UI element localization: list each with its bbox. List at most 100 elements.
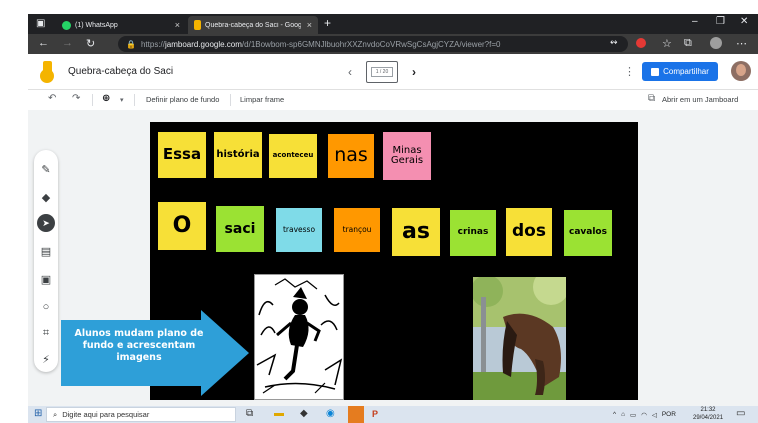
- reload-icon[interactable]: ↻: [86, 37, 95, 50]
- tab-whatsapp[interactable]: (1) WhatsApp ×: [56, 16, 186, 34]
- clock-date: 29/04/2021: [693, 415, 724, 421]
- add-image-tool-icon[interactable]: ▣: [34, 270, 58, 288]
- browser-nav-bar: ← → ↻ 🔒 https://jamboard.google.com/d/1B…: [28, 34, 758, 54]
- open-jamboard-icon: ⧉: [648, 93, 656, 104]
- next-frame-icon[interactable]: ›: [412, 65, 416, 79]
- collections-icon[interactable]: ⧉: [684, 37, 692, 50]
- windows-start-icon[interactable]: ⊞: [34, 408, 42, 419]
- sticky-note[interactable]: Essa: [158, 132, 206, 178]
- select-tool-icon[interactable]: ➤: [34, 214, 58, 232]
- sticky-note[interactable]: crinas: [450, 210, 496, 256]
- sticky-note[interactable]: as: [392, 208, 440, 256]
- minimize-icon[interactable]: –: [692, 16, 698, 27]
- sticky-note[interactable]: saci: [216, 206, 264, 252]
- sticky-note[interactable]: história: [214, 132, 262, 178]
- avatar[interactable]: [731, 61, 751, 81]
- editor-toolbar: ↶ ↷ ⊕ ▾ Definir plano de fundo Limpar fr…: [28, 90, 758, 110]
- pen-tool-icon[interactable]: ✎: [34, 160, 58, 178]
- saci-drawing: [255, 275, 343, 399]
- address-bar[interactable]: 🔒 https://jamboard.google.com/d/1Bowbom-…: [118, 36, 628, 52]
- sticky-note[interactable]: nas: [328, 134, 374, 178]
- app-icon[interactable]: [348, 406, 364, 423]
- powerpoint-icon[interactable]: P: [372, 409, 378, 419]
- wifi-icon[interactable]: ◠: [641, 411, 647, 419]
- laser-tool-icon[interactable]: ⚡: [34, 350, 58, 368]
- zoom-icon[interactable]: ⊕: [102, 93, 110, 104]
- document-title[interactable]: Quebra-cabeça do Saci: [68, 66, 173, 77]
- search-placeholder: Digite aqui para pesquisar: [62, 410, 150, 419]
- text-box-tool-icon[interactable]: ⌗: [34, 324, 58, 342]
- open-in-jamboard-button[interactable]: Abrir em um Jamboard: [662, 95, 738, 104]
- close-tab-icon[interactable]: ×: [307, 20, 312, 30]
- task-view-icon[interactable]: ⧉: [246, 408, 253, 419]
- sticky-note[interactable]: O: [158, 202, 206, 250]
- sticky-note[interactable]: Minas Gerais: [383, 132, 431, 180]
- new-tab-button[interactable]: +: [324, 16, 331, 30]
- frame-navigator: ‹ 1 / 20 ›: [348, 61, 416, 83]
- url-path: /d/1Bowbom-sp6GMNJlbuohrXXZnvdoCoVRwSgCs…: [241, 39, 501, 49]
- set-background-button[interactable]: Definir plano de fundo: [146, 95, 219, 104]
- frame-indicator: 1 / 20: [371, 67, 393, 77]
- app-header: Quebra-cabeça do Saci ‹ 1 / 20 › ⋮ Compa…: [28, 54, 758, 90]
- close-window-icon[interactable]: ✕: [740, 16, 748, 27]
- search-icon: ⌕: [53, 409, 58, 419]
- shape-tool-icon[interactable]: ○: [34, 298, 58, 316]
- horse-photo-image[interactable]: [473, 277, 566, 400]
- sticky-note[interactable]: aconteceu: [269, 134, 317, 178]
- url-host: jamboard.google.com: [164, 39, 242, 49]
- windows-taskbar: ⊞ ⌕ Digite aqui para pesquisar ⧉ ▬ ◆ ◉ P…: [28, 406, 758, 423]
- jamboard-logo: [40, 61, 54, 83]
- share-button[interactable]: Compartilhar: [642, 62, 718, 81]
- horse-photo: [473, 277, 566, 400]
- frame-thumbnail-button[interactable]: 1 / 20: [366, 61, 398, 83]
- forward-icon[interactable]: →: [62, 37, 73, 49]
- back-icon[interactable]: ←: [38, 37, 49, 49]
- canvas-area: ✎ ◆ ➤ ▤ ▣ ○ ⌗ ⚡ Essa história aconteceu …: [28, 110, 758, 406]
- more-icon[interactable]: ⋯: [736, 37, 747, 50]
- sticky-note[interactable]: dos: [506, 208, 552, 256]
- close-tab-icon[interactable]: ×: [175, 20, 180, 30]
- tab-actions-icon[interactable]: ▣: [36, 18, 45, 29]
- clock[interactable]: 21:32 29/04/2021: [693, 406, 723, 422]
- extension-icon[interactable]: [636, 38, 646, 48]
- sticky-note-tool-icon[interactable]: ▤: [34, 242, 58, 260]
- favorites-icon[interactable]: ☆: [662, 37, 672, 50]
- network-icon[interactable]: ⌂: [621, 411, 625, 418]
- sticky-note[interactable]: travesso: [276, 208, 322, 252]
- divider: [92, 94, 93, 106]
- clock-time: 21:32: [700, 407, 716, 413]
- previous-frame-icon[interactable]: ‹: [348, 65, 352, 79]
- clear-frame-button[interactable]: Limpar frame: [240, 95, 284, 104]
- browser-tab-bar: ▣ (1) WhatsApp × Quebra-cabeça do Saci -…: [28, 14, 758, 34]
- edge-icon[interactable]: ◉: [326, 408, 335, 419]
- more-options-icon[interactable]: ⋮: [624, 65, 635, 78]
- lock-icon: 🔒: [126, 39, 136, 49]
- divider: [230, 94, 231, 106]
- volume-icon[interactable]: ◁: [652, 411, 657, 419]
- language-indicator[interactable]: POR: [662, 411, 676, 418]
- store-icon[interactable]: ◆: [300, 408, 308, 419]
- sticky-note[interactable]: trançou: [334, 208, 380, 252]
- zoom-dropdown-icon[interactable]: ▾: [120, 96, 124, 104]
- share-icon: [651, 67, 660, 76]
- undo-icon[interactable]: ↶: [48, 93, 56, 104]
- taskbar-search-input[interactable]: ⌕ Digite aqui para pesquisar: [46, 407, 236, 422]
- notifications-icon[interactable]: ▭: [736, 408, 745, 419]
- system-tray: ^ ⌂ ▭ ◠ ◁ POR: [613, 407, 676, 422]
- eraser-tool-icon[interactable]: ◆: [34, 188, 58, 206]
- tab-label: Quebra-cabeça do Saci - Googl: [205, 21, 301, 29]
- whatsapp-icon: [62, 20, 71, 30]
- file-explorer-icon[interactable]: ▬: [274, 408, 284, 419]
- tab-label: (1) WhatsApp: [75, 21, 118, 29]
- redo-icon[interactable]: ↷: [72, 93, 80, 104]
- tab-jamboard[interactable]: Quebra-cabeça do Saci - Googl ×: [188, 16, 318, 34]
- chevron-up-icon[interactable]: ^: [613, 411, 616, 418]
- saci-illustration-image[interactable]: [254, 274, 344, 400]
- drawing-tools-panel: ✎ ◆ ➤ ▤ ▣ ○ ⌗ ⚡: [34, 150, 58, 372]
- read-aloud-icon[interactable]: ↭: [610, 37, 618, 48]
- battery-icon[interactable]: ▭: [630, 411, 636, 419]
- sticky-note[interactable]: cavalos: [564, 210, 612, 256]
- profile-icon[interactable]: [710, 37, 722, 49]
- maximize-icon[interactable]: ❐: [716, 16, 725, 27]
- share-label: Compartilhar: [663, 67, 709, 76]
